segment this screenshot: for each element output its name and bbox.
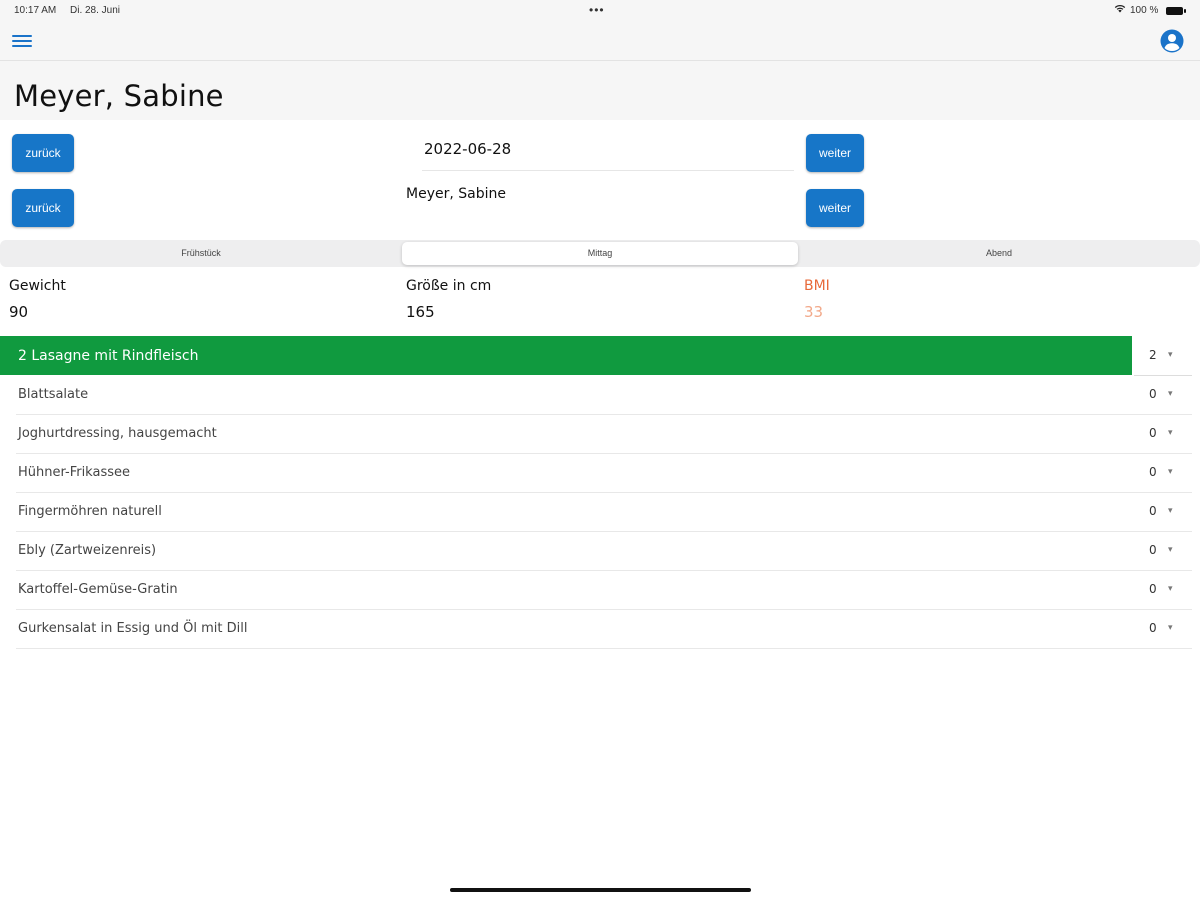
quantity-select[interactable]: 0 ▾ (1134, 375, 1192, 415)
date-value: 2022-06-28 (424, 140, 512, 158)
quantity-value: 0 (1149, 582, 1157, 596)
list-item[interactable]: Joghurtdressing, hausgemacht (16, 414, 1146, 454)
list-item-label: Joghurtdressing, hausgemacht (18, 426, 217, 441)
title-bar: Meyer, Sabine (0, 61, 1200, 120)
height-label: Größe in cm (406, 278, 492, 294)
chevron-down-icon: ▾ (1168, 544, 1173, 554)
tab-mittag[interactable]: Mittag (402, 242, 798, 265)
quantity-value: 0 (1149, 543, 1157, 557)
quantity-value: 0 (1149, 387, 1157, 401)
list-item-label: Fingermöhren naturell (18, 504, 162, 519)
hamburger-menu-icon[interactable] (12, 35, 32, 49)
status-time: 10:17 AM (14, 5, 57, 16)
quantity-value: 0 (1149, 504, 1157, 518)
chevron-down-icon: ▾ (1168, 622, 1173, 632)
list-item[interactable]: Ebly (Zartweizenreis) (16, 531, 1146, 571)
height-value: 165 (406, 303, 435, 321)
battery-icon (1166, 7, 1186, 15)
patient-next-button[interactable]: weiter (806, 189, 864, 227)
quantity-value: 0 (1149, 621, 1157, 635)
weight-label: Gewicht (9, 278, 66, 294)
multitasking-dots-icon[interactable]: ••• (589, 3, 605, 17)
navigation-bar (0, 22, 1200, 61)
list-item[interactable]: Fingermöhren naturell (16, 492, 1146, 532)
chevron-down-icon: ▾ (1168, 388, 1173, 398)
chevron-down-icon: ▾ (1168, 505, 1173, 515)
status-date: Di. 28. Juni (70, 5, 121, 16)
quantity-select[interactable]: 0 ▾ (1134, 414, 1192, 454)
chevron-down-icon: ▾ (1168, 466, 1173, 476)
selected-meal-row[interactable]: 2 Lasagne mit Rindfleisch (0, 336, 1132, 375)
list-item[interactable]: Kartoffel-Gemüse-Gratin (16, 570, 1146, 610)
status-bar: 10:17 AM Di. 28. Juni ••• 100 % (0, 0, 1200, 22)
quantity-select[interactable]: 0 ▾ (1134, 531, 1192, 571)
list-item-label: Blattsalate (18, 387, 89, 402)
list-item[interactable]: Hühner-Frikassee (16, 453, 1146, 493)
list-item-label: Kartoffel-Gemüse-Gratin (18, 582, 178, 597)
battery-percentage: 100 % (1130, 5, 1159, 16)
patient-back-button[interactable]: zurück (12, 189, 74, 227)
quantity-value: 0 (1149, 426, 1157, 440)
list-item-label: Gurkensalat in Essig und Öl mit Dill (18, 621, 248, 636)
weight-value: 90 (9, 303, 29, 321)
tab-fruehstueck[interactable]: Frühstück (2, 242, 400, 265)
quantity-select[interactable]: 0 ▾ (1134, 453, 1192, 493)
bmi-label: BMI (804, 278, 830, 294)
list-item-label: Ebly (Zartweizenreis) (18, 543, 157, 558)
quantity-select[interactable]: 0 ▾ (1134, 609, 1192, 649)
date-next-button[interactable]: weiter (806, 134, 864, 172)
list-item-label: Hühner-Frikassee (18, 465, 130, 480)
selected-meal-label: 2 Lasagne mit Rindfleisch (18, 348, 199, 364)
selected-meal-quantity-select[interactable]: 2 ▾ (1134, 336, 1192, 376)
page-title: Meyer, Sabine (14, 79, 224, 113)
chevron-down-icon: ▾ (1168, 583, 1173, 593)
chevron-down-icon: ▾ (1168, 427, 1173, 437)
date-field[interactable]: 2022-06-28 (422, 136, 794, 171)
tab-abend[interactable]: Abend (800, 242, 1198, 265)
quantity-value: 0 (1149, 465, 1157, 479)
date-back-button[interactable]: zurück (12, 134, 74, 172)
chevron-down-icon: ▾ (1168, 349, 1173, 359)
meal-segmented-control: Frühstück Mittag Abend (0, 240, 1200, 267)
user-circle-icon[interactable] (1160, 29, 1184, 53)
list-item[interactable]: Blattsalate (16, 375, 1146, 415)
home-indicator[interactable] (450, 888, 751, 892)
patient-name: Meyer, Sabine (406, 186, 506, 202)
list-item[interactable]: Gurkensalat in Essig und Öl mit Dill (16, 609, 1146, 649)
quantity-select[interactable]: 0 ▾ (1134, 570, 1192, 610)
bmi-value: 33 (804, 303, 824, 321)
quantity-select[interactable]: 0 ▾ (1134, 492, 1192, 532)
quantity-value: 2 (1149, 348, 1157, 362)
wifi-icon (1114, 4, 1126, 16)
